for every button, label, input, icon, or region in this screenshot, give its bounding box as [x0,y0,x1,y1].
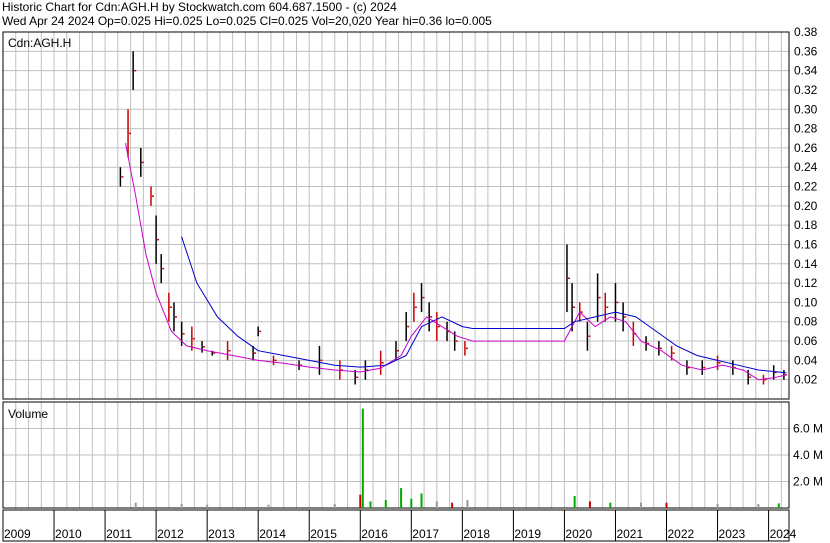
moving-average-line [181,236,787,374]
price-tick-label: 0.26 [794,141,818,155]
price-tick-label: 0.22 [794,180,818,194]
x-tick-label: 2009 [4,527,31,541]
price-tick-label: 0.28 [794,122,818,136]
x-tick-label: 2016 [361,527,388,541]
x-tick-label: 2020 [565,527,592,541]
historic-chart: 0.02 0.04 0.06 0.08 0.10 0.12 0.14 0.16 0.18 0.20… [2,25,823,542]
price-tick-label: 0.34 [794,64,818,78]
x-tick-label: 2024 [770,527,797,541]
volume-tick-label: 2.0 M [793,475,823,489]
moving-average-line [125,143,787,381]
price-tick-label: 0.38 [794,25,818,39]
price-tick-label: 0.04 [794,353,818,367]
x-tick-label: 2017 [412,527,439,541]
x-tick-label: 2014 [259,527,286,541]
price-tick-label: 0.32 [794,83,818,97]
price-tick-label: 0.18 [794,218,818,232]
price-tick-label: 0.16 [794,237,818,251]
x-tick-label: 2011 [106,527,132,541]
price-tick-label: 0.02 [794,373,818,387]
price-tick-label: 0.14 [794,257,818,271]
price-tick-label: 0.30 [794,102,818,116]
price-tick-label: 0.10 [794,295,818,309]
x-tick-label: 2012 [157,527,184,541]
volume-panel-label: Volume [8,407,48,421]
price-tick-label: 0.08 [794,315,818,329]
price-tick-label: 0.36 [794,44,818,58]
x-tick-label: 2018 [463,527,490,541]
volume-tick-label: 4.0 M [793,448,823,462]
x-tick-label: 2010 [55,527,82,541]
price-tick-label: 0.06 [794,334,818,348]
price-tick-label: 0.20 [794,199,818,213]
price-tick-label: 0.24 [794,160,818,174]
price-panel-label: Cdn:AGH.H [8,36,71,50]
x-tick-label: 2019 [514,527,541,541]
x-tick-label: 2013 [208,527,235,541]
x-tick-label: 2015 [310,527,337,541]
volume-tick-label: 6.0 M [793,422,823,436]
x-tick-label: 2021 [616,527,643,541]
x-tick-label: 2023 [719,527,746,541]
price-tick-label: 0.12 [794,276,818,290]
x-tick-label: 2022 [668,527,695,541]
